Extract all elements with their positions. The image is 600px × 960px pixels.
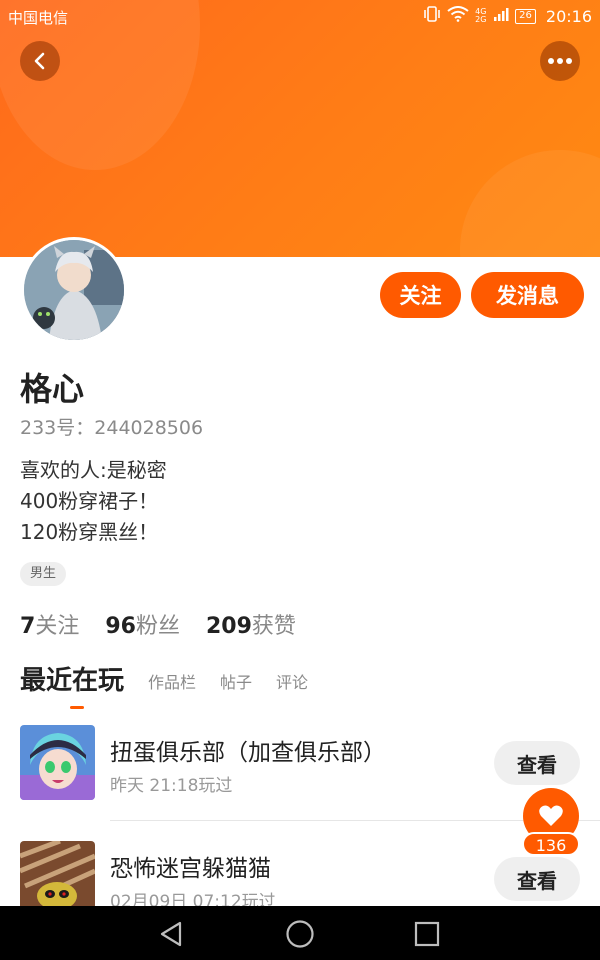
chevron-left-icon (34, 52, 45, 70)
vibrate-icon (423, 6, 441, 26)
stat-number: 209 (205, 614, 252, 639)
game-name: 恐怖迷宫躲猫猫 (110, 856, 271, 882)
bio: 喜欢的人:是秘密 400粉穿裙子！ 120粉穿黑丝！ (20, 455, 167, 548)
user-id-label: 233号： (20, 417, 95, 439)
wifi-icon (447, 6, 469, 26)
tab-indicator (70, 706, 84, 709)
stat-label: 关注 (35, 614, 80, 639)
game-thumbnail (20, 725, 95, 800)
bio-line: 喜欢的人:是秘密 (20, 458, 167, 482)
signal-icon (493, 7, 509, 25)
view-button[interactable]: 查看 (494, 741, 580, 785)
profile-tabs: 最近在玩 作品栏 帖子 评论 (20, 660, 332, 709)
more-dots-icon (548, 58, 572, 64)
like-fab[interactable]: 136 (522, 788, 580, 858)
stat-label: 获赞 (251, 614, 296, 639)
tab-posts[interactable]: 帖子 (220, 669, 252, 697)
tab-comments[interactable]: 评论 (276, 669, 308, 697)
network-label: 4G 2G (475, 7, 487, 24)
view-button[interactable]: 查看 (494, 857, 580, 901)
tab-label: 最近在玩 (20, 666, 125, 696)
nav-recent-icon (414, 921, 440, 947)
gender-tag: 男生 (20, 562, 67, 586)
game-last-played: 昨天 21:18玩过 (110, 776, 233, 796)
nav-home-icon (286, 920, 314, 948)
nav-back-button[interactable] (155, 918, 187, 950)
stat-likes[interactable]: 209获赞 (206, 608, 296, 640)
stat-followers[interactable]: 96粉丝 (105, 608, 180, 640)
status-bar: 中国电信 4G 2G 26 20:16 (0, 0, 600, 32)
username: 格心 (20, 370, 85, 408)
avatar-image (24, 240, 124, 340)
stat-following[interactable]: 7关注 (20, 608, 79, 640)
carrier-label: 中国电信 (8, 9, 69, 27)
tab-works[interactable]: 作品栏 (148, 669, 196, 697)
stats-row: 7关注 96粉丝 209获赞 (20, 608, 296, 640)
more-button[interactable] (540, 41, 580, 81)
like-count: 136 (522, 832, 580, 856)
system-nav-bar (0, 906, 600, 960)
stat-number: 7 (20, 614, 36, 639)
message-button[interactable]: 发消息 (471, 272, 584, 318)
clock: 20:16 (545, 6, 592, 26)
tab-recently-played[interactable]: 最近在玩 (20, 660, 125, 709)
stat-label: 粉丝 (135, 614, 180, 639)
heart-icon (539, 805, 563, 826)
user-id: 233号：244028506 (20, 413, 203, 440)
game-name: 扭蛋俱乐部（加查俱乐部） (110, 740, 386, 766)
nav-recent-button[interactable] (411, 918, 443, 950)
nav-back-icon (160, 921, 182, 947)
user-id-value: 244028506 (94, 417, 204, 439)
battery-icon: 26 (515, 8, 536, 24)
nav-home-button[interactable] (284, 918, 316, 950)
back-button[interactable] (20, 41, 60, 81)
follow-button[interactable]: 关注 (380, 272, 461, 318)
status-icons: 4G 2G 26 20:16 (423, 6, 592, 26)
list-item[interactable]: 扭蛋俱乐部（加查俱乐部） 昨天 21:18玩过 查看 (20, 725, 580, 805)
bio-line: 120粉穿黑丝！ (20, 520, 159, 544)
avatar[interactable] (21, 237, 127, 343)
stat-number: 96 (105, 614, 136, 639)
profile-banner (0, 0, 600, 257)
game-thumbnail (20, 841, 95, 916)
banner-decoration (460, 150, 600, 257)
bio-line: 400粉穿裙子！ (20, 489, 159, 513)
